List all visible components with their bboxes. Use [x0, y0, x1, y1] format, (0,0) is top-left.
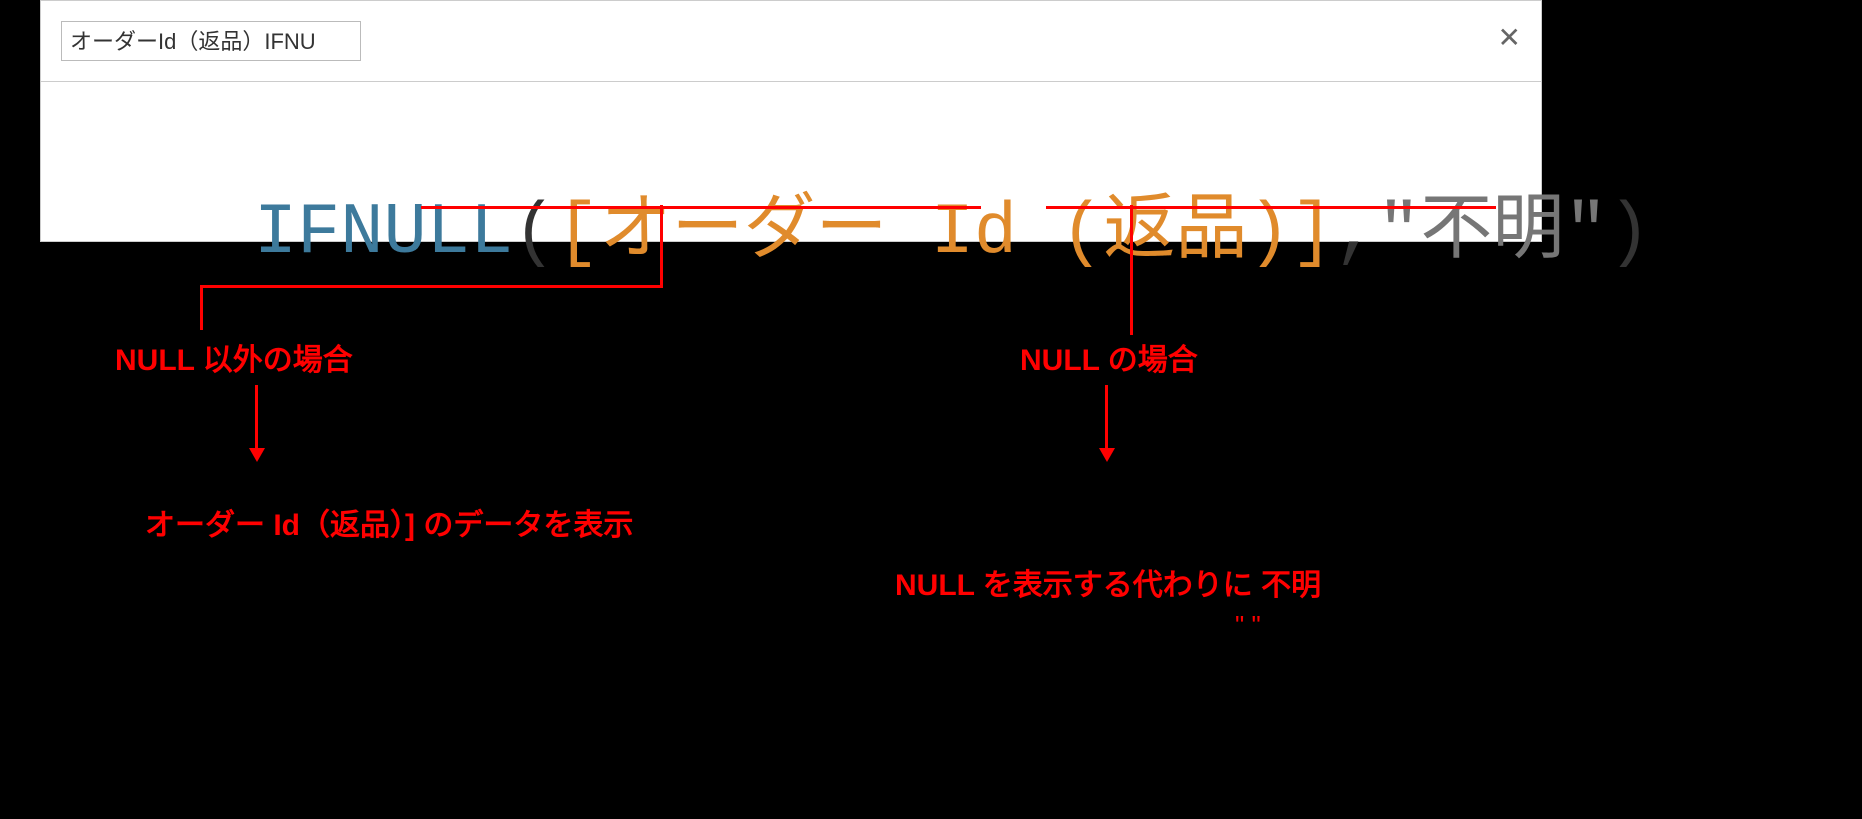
- divider: [41, 81, 1541, 82]
- connector-line: [200, 285, 663, 288]
- arrow-down-icon: [1099, 448, 1115, 462]
- annotation-left-result: オーダー Id（返品）] のデータを表示: [145, 500, 633, 544]
- formula-name-input[interactable]: オーダーId（返品）IFNU: [61, 21, 361, 61]
- comma-token: ,: [1334, 192, 1377, 274]
- field-open-bracket: [: [556, 192, 599, 274]
- underline-string: [1046, 206, 1496, 209]
- close-icon[interactable]: ✕: [1498, 21, 1521, 54]
- connector-line: [1130, 205, 1133, 335]
- open-paren-token: (: [513, 192, 556, 274]
- string-token: "不明": [1377, 192, 1607, 274]
- function-token: IFNULL: [254, 192, 513, 274]
- annotation-right-result: NULL を表示する代わりに 不明: [895, 560, 1321, 604]
- close-paren-token: ): [1608, 192, 1651, 274]
- annotation-left-label: NULL 以外の場合: [115, 335, 353, 379]
- annotation-right-label: NULL の場合: [1020, 335, 1198, 379]
- arrow-stem: [255, 385, 258, 450]
- connector-line: [660, 205, 663, 285]
- field-name-token: オーダー Id (返品): [600, 192, 1291, 274]
- arrow-stem: [1105, 385, 1108, 450]
- connector-line: [200, 285, 203, 330]
- field-close-bracket: ]: [1291, 192, 1334, 274]
- arrow-down-icon: [249, 448, 265, 462]
- editor-panel: オーダーId（返品）IFNU ✕ IFNULL([オーダー Id (返品)],"…: [40, 0, 1542, 242]
- underline-field: [421, 206, 981, 209]
- annotation-quote-marks: " ": [1235, 610, 1261, 641]
- formula-code[interactable]: IFNULL([オーダー Id (返品)],"不明"): [81, 86, 1651, 356]
